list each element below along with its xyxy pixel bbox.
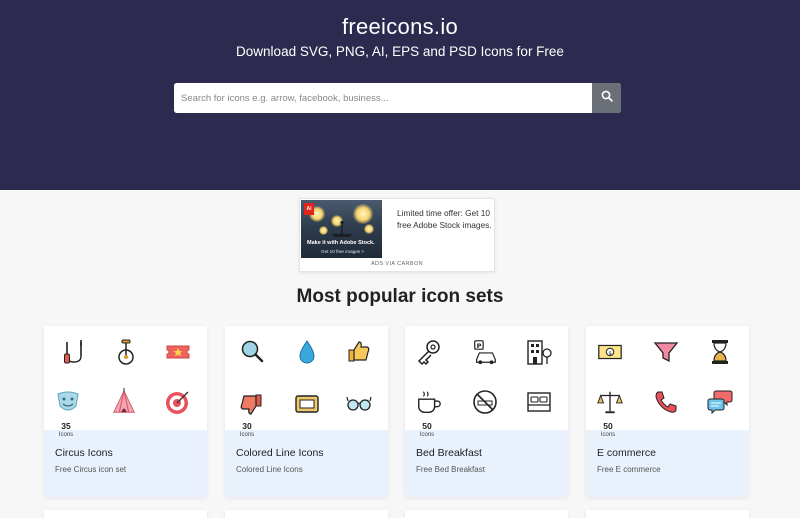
- section-title: Most popular icon sets: [296, 286, 504, 307]
- icon-set-card-partial[interactable]: [586, 510, 749, 518]
- card-band: [405, 430, 568, 497]
- icon-set-card[interactable]: 30 Icons Colored Line Icons Colored Line…: [225, 326, 388, 497]
- icon-count: 35: [61, 421, 71, 431]
- card-description: Free E commerce: [597, 465, 661, 474]
- card-description: Free Circus icon set: [55, 465, 127, 474]
- ad-text[interactable]: Limited time offer: Get 10 free Adobe St…: [397, 208, 492, 231]
- unicycle-icon: [112, 338, 140, 366]
- icon-count-label: Icons: [419, 432, 435, 438]
- search-icon: [601, 89, 613, 107]
- icon-count: 50: [422, 421, 432, 431]
- money-icon: $: [596, 338, 624, 366]
- battery-icon: [293, 390, 321, 418]
- icon-set-card[interactable]: P 50 Icons Bed Breakfast Free Bed Breakf…: [405, 326, 568, 497]
- hero-header: freeicons.io Download SVG, PNG, AI, EPS …: [0, 0, 800, 190]
- icon-set-card-partial[interactable]: [405, 510, 568, 518]
- adobe-logo-icon: Ai: [304, 203, 314, 215]
- card-title[interactable]: Bed Breakfast: [416, 447, 482, 459]
- svg-text:$: $: [608, 351, 612, 357]
- svg-text:P: P: [477, 342, 482, 350]
- ad-image[interactable]: Ai Make it with Adobe Stock. Get 10 free…: [301, 200, 382, 258]
- thumbs-down-icon: [237, 390, 265, 418]
- circus-tent-icon: [110, 388, 138, 416]
- card-band: [44, 430, 207, 497]
- icon-set-card[interactable]: 35 Icons Circus Icons Free Circus icon s…: [44, 326, 207, 497]
- water-drop-icon: [293, 338, 321, 366]
- ad-image-subcaption: Get 10 free images >: [321, 249, 365, 254]
- theatre-mask-icon: [54, 388, 82, 416]
- card-title[interactable]: E commerce: [597, 447, 656, 459]
- card-title[interactable]: Circus Icons: [55, 447, 113, 459]
- icon-count-label: Icons: [600, 432, 616, 438]
- card-band: [586, 430, 749, 497]
- coffee-cup-icon: [415, 388, 443, 416]
- search-bar: [174, 83, 621, 113]
- carbon-ad[interactable]: Ai Make it with Adobe Stock. Get 10 free…: [299, 198, 495, 272]
- card-description: Free Bed Breakfast: [416, 465, 485, 474]
- search-button[interactable]: [592, 83, 621, 113]
- hotel-building-icon: [525, 338, 553, 366]
- icon-count-label: Icons: [239, 432, 255, 438]
- icon-count-label: Icons: [58, 432, 74, 438]
- phone-icon: [652, 388, 680, 416]
- card-description: Colored Line Icons: [236, 465, 303, 474]
- no-smoking-icon: [471, 388, 499, 416]
- glasses-icon: [345, 390, 373, 418]
- key-tag-icon: [415, 338, 443, 366]
- bed-icon: [525, 388, 553, 416]
- chat-bubbles-icon: [706, 388, 734, 416]
- scales-icon: [596, 388, 624, 416]
- search-input[interactable]: [174, 83, 592, 113]
- card-title[interactable]: Colored Line Icons: [236, 447, 324, 459]
- icon-set-card[interactable]: $ 50 Icons E commerce Free E commerce: [586, 326, 749, 497]
- icon-count: 30: [242, 421, 252, 431]
- site-title[interactable]: freeicons.io: [0, 14, 800, 40]
- magnifier-icon: [239, 338, 267, 366]
- parking-icon: P: [471, 338, 499, 366]
- ad-image-caption: Make it with Adobe Stock.: [307, 240, 375, 246]
- tagline: Download SVG, PNG, AI, EPS and PSD Icons…: [236, 44, 564, 59]
- icon-set-card-partial[interactable]: [44, 510, 207, 518]
- card-band: [225, 430, 388, 497]
- hourglass-icon: [706, 338, 734, 366]
- ticket-icon: [164, 338, 192, 366]
- funnel-icon: [652, 338, 680, 366]
- icon-count: 50: [603, 421, 613, 431]
- icon-set-card-partial[interactable]: [225, 510, 388, 518]
- target-icon: [164, 388, 192, 416]
- ad-via-carbon[interactable]: ADS VIA CARBON: [300, 261, 494, 267]
- jump-rope-icon: [60, 338, 88, 366]
- thumbs-up-icon: [345, 338, 373, 366]
